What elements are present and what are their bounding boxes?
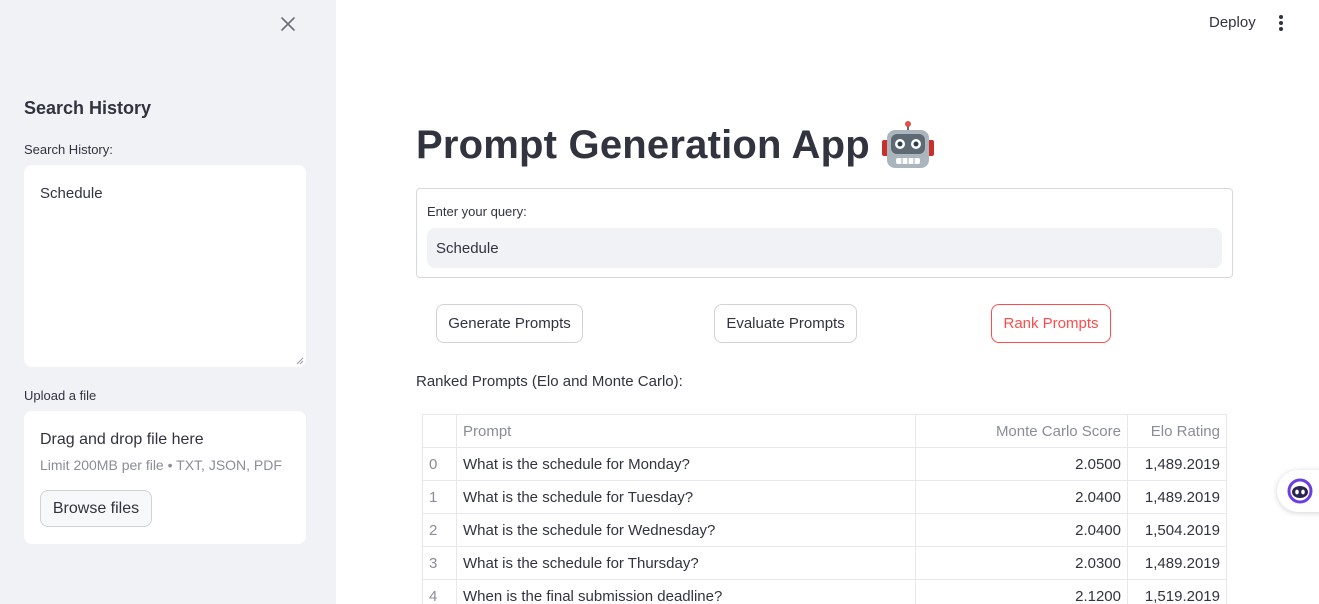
close-icon bbox=[281, 17, 295, 31]
table-row[interactable]: 1 What is the schedule for Tuesday? 2.04… bbox=[422, 480, 1227, 514]
column-header-elo[interactable]: Elo Rating bbox=[1127, 414, 1227, 448]
row-index: 4 bbox=[422, 579, 457, 604]
row-index: 3 bbox=[422, 546, 457, 580]
query-label: Enter your query: bbox=[427, 204, 527, 219]
monte-carlo-cell[interactable]: 2.0500 bbox=[915, 447, 1128, 481]
prompt-cell[interactable]: What is the schedule for Thursday? bbox=[456, 546, 916, 580]
rank-prompts-button[interactable]: Rank Prompts bbox=[991, 304, 1111, 343]
main-menu-button[interactable] bbox=[1272, 13, 1290, 33]
elo-cell[interactable]: 1,519.2019 bbox=[1127, 579, 1227, 604]
prompt-cell[interactable]: When is the final submission deadline? bbox=[456, 579, 916, 604]
close-sidebar-button[interactable] bbox=[278, 14, 298, 34]
page-title: Prompt Generation App bbox=[416, 122, 870, 167]
row-index: 1 bbox=[422, 480, 457, 514]
sidebar-heading: Search History bbox=[24, 98, 152, 118]
monte-carlo-cell[interactable]: 2.0400 bbox=[915, 513, 1128, 547]
prompt-cell[interactable]: What is the schedule for Monday? bbox=[456, 447, 916, 481]
history-label: Search History: bbox=[24, 142, 113, 157]
table-row[interactable]: 4 When is the final submission deadline?… bbox=[422, 579, 1227, 604]
upload-label: Upload a file bbox=[24, 388, 97, 403]
ranked-prompts-label: Ranked Prompts (Elo and Monte Carlo): bbox=[416, 373, 683, 390]
row-index: 0 bbox=[422, 447, 457, 481]
query-form: Enter your query: bbox=[416, 188, 1233, 278]
page-title-row: Prompt Generation App bbox=[416, 120, 934, 170]
dropzone-limit: Limit 200MB per file • TXT, JSON, PDF bbox=[40, 457, 282, 473]
row-index: 2 bbox=[422, 513, 457, 547]
ranked-prompts-table: Prompt Monte Carlo Score Elo Rating 0 Wh… bbox=[422, 414, 1227, 604]
kebab-menu-icon bbox=[1279, 15, 1283, 19]
column-header-index[interactable] bbox=[422, 414, 457, 448]
column-header-prompt[interactable]: Prompt bbox=[456, 414, 916, 448]
kebab-dot bbox=[1279, 27, 1283, 31]
evaluate-prompts-button[interactable]: Evaluate Prompts bbox=[714, 304, 857, 343]
generate-prompts-button[interactable]: Generate Prompts bbox=[436, 304, 583, 343]
browse-files-button[interactable]: Browse files bbox=[40, 490, 152, 527]
prompt-cell[interactable]: What is the schedule for Wednesday? bbox=[456, 513, 916, 547]
chat-assistant-icon bbox=[1287, 478, 1313, 504]
chat-assistant-button[interactable] bbox=[1277, 470, 1319, 512]
elo-cell[interactable]: 1,489.2019 bbox=[1127, 447, 1227, 481]
resize-handle-icon[interactable] bbox=[296, 357, 304, 365]
elo-cell[interactable]: 1,489.2019 bbox=[1127, 480, 1227, 514]
kebab-dot bbox=[1279, 21, 1283, 25]
elo-cell[interactable]: 1,489.2019 bbox=[1127, 546, 1227, 580]
table-row[interactable]: 0 What is the schedule for Monday? 2.050… bbox=[422, 447, 1227, 481]
query-input[interactable] bbox=[427, 228, 1222, 268]
column-header-monte-carlo[interactable]: Monte Carlo Score bbox=[915, 414, 1128, 448]
search-history-textarea[interactable]: Schedule bbox=[24, 165, 306, 367]
table-header-row: Prompt Monte Carlo Score Elo Rating bbox=[422, 414, 1227, 448]
dropzone-title: Drag and drop file here bbox=[40, 431, 204, 448]
deploy-button[interactable]: Deploy bbox=[1209, 14, 1256, 31]
search-history-value: Schedule bbox=[40, 185, 103, 202]
robot-icon bbox=[881, 121, 934, 168]
elo-cell[interactable]: 1,504.2019 bbox=[1127, 513, 1227, 547]
monte-carlo-cell[interactable]: 2.0400 bbox=[915, 480, 1128, 514]
monte-carlo-cell[interactable]: 2.1200 bbox=[915, 579, 1128, 604]
table-row[interactable]: 2 What is the schedule for Wednesday? 2.… bbox=[422, 513, 1227, 547]
table-row[interactable]: 3 What is the schedule for Thursday? 2.0… bbox=[422, 546, 1227, 580]
sidebar: Search History Search History: Schedule … bbox=[0, 0, 336, 604]
prompt-cell[interactable]: What is the schedule for Tuesday? bbox=[456, 480, 916, 514]
monte-carlo-cell[interactable]: 2.0300 bbox=[915, 546, 1128, 580]
file-dropzone[interactable]: Drag and drop file here Limit 200MB per … bbox=[24, 411, 306, 544]
